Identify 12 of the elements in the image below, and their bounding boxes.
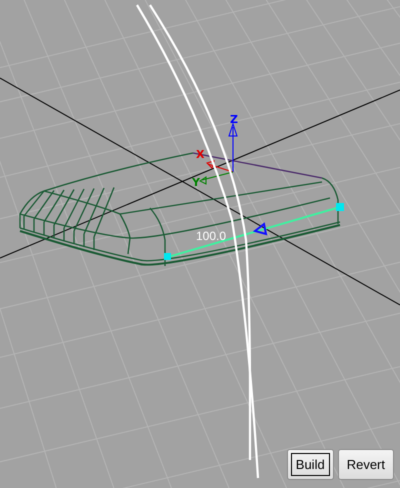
revert-button[interactable]: Revert [338, 449, 394, 480]
curve-drawing[interactable] [136, 4, 260, 478]
x-axis-arrow[interactable] [206, 160, 234, 172]
rounded-box-mesh-drawing[interactable] [19, 152, 340, 266]
axis-label: Z [230, 113, 238, 126]
axis-label: Y [192, 176, 200, 189]
dimension-value: 100.0 [196, 229, 226, 243]
dimension-line[interactable] [164, 203, 344, 260]
build-button[interactable]: Build [286, 449, 334, 480]
z-axis-arrow[interactable] [228, 122, 238, 172]
y-axis-arrow[interactable] [199, 172, 234, 185]
cone-handle-icon[interactable] [252, 222, 268, 236]
